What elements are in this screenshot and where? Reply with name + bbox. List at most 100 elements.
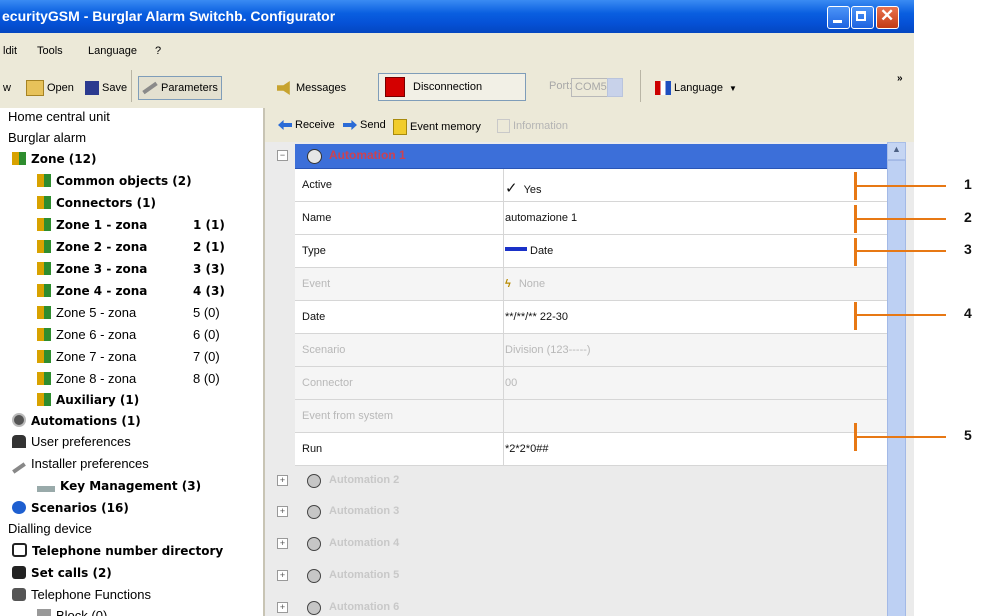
tree-label: Telephone number directory bbox=[32, 544, 224, 558]
menu-language[interactable]: Language bbox=[88, 45, 137, 57]
vertical-scrollbar[interactable]: ▲ bbox=[887, 142, 906, 616]
flag-icon bbox=[655, 81, 671, 95]
property-value: 00 bbox=[505, 377, 518, 389]
menu-help[interactable]: ? bbox=[155, 45, 161, 57]
group-header-automation-3[interactable]: Automation 3 bbox=[295, 497, 887, 528]
expand-icon[interactable]: + bbox=[277, 570, 288, 581]
tree-item-zone-5[interactable]: Zone 5 - zona 5 (0) bbox=[37, 302, 257, 324]
property-value-text: None bbox=[518, 278, 546, 290]
tree-item-home-central-unit[interactable]: Home central unit bbox=[8, 108, 110, 128]
scenario-icon bbox=[12, 501, 26, 514]
port-select[interactable]: COM5 bbox=[571, 78, 623, 97]
group-header-automation-2[interactable]: Automation 2 bbox=[295, 466, 887, 497]
tree-item-automations[interactable]: Automations (1) bbox=[12, 410, 141, 432]
disconnection-label: Disconnection bbox=[413, 81, 483, 93]
send-label: Send bbox=[360, 119, 386, 131]
tree-item-zone[interactable]: Zone (12) bbox=[12, 148, 96, 170]
language-button[interactable]: Language ▼ bbox=[655, 77, 737, 99]
property-key: Scenario bbox=[302, 344, 346, 356]
information-button[interactable]: Information bbox=[497, 119, 568, 133]
property-row-event[interactable]: Event ϟ None bbox=[295, 268, 887, 301]
tree-item-block[interactable]: Block (0) bbox=[37, 605, 107, 616]
tree-label: Zone (12) bbox=[31, 152, 97, 166]
tree-item-dialling-device[interactable]: Dialling device bbox=[8, 518, 92, 540]
lightning-icon: ϟ bbox=[505, 278, 511, 290]
property-row-event-from-system[interactable]: Event from system bbox=[295, 400, 887, 433]
menu-tools[interactable]: Tools bbox=[37, 45, 63, 57]
group-header-automation-5[interactable]: Automation 5 bbox=[295, 561, 887, 592]
callout-number-1: 1 bbox=[964, 176, 972, 192]
menu-bar: ldit Tools Language ? bbox=[0, 33, 914, 65]
receive-button[interactable]: Receive bbox=[278, 119, 335, 131]
tree-item-zone-3[interactable]: Zone 3 - zona 3 (3) bbox=[37, 258, 257, 280]
property-row-scenario[interactable]: Scenario Division (123-----) bbox=[295, 334, 887, 367]
tree-item-telephone-number-directory[interactable]: Telephone number directory bbox=[12, 540, 223, 562]
new-button[interactable]: w bbox=[3, 77, 11, 99]
tree-item-burglar-alarm[interactable]: Burglar alarm bbox=[8, 127, 86, 149]
messages-button[interactable]: Messages bbox=[277, 77, 346, 99]
telephone-icon bbox=[12, 588, 26, 601]
application-window: ecurityGSM - Burglar Alarm Switchb. Conf… bbox=[0, 0, 914, 616]
expand-icon[interactable]: + bbox=[277, 475, 288, 486]
tree-item-zone-2[interactable]: Zone 2 - zona 2 (1) bbox=[37, 236, 257, 258]
properties-panel: Receive Send Event memory Information − … bbox=[265, 108, 914, 616]
group-name: Automation 5 bbox=[329, 569, 400, 581]
property-key: Event from system bbox=[302, 410, 394, 422]
group-header-automation-6[interactable]: Automation 6 bbox=[295, 593, 887, 616]
menu-edit[interactable]: ldit bbox=[3, 45, 17, 57]
zone-icon bbox=[37, 196, 51, 209]
expand-icon[interactable]: + bbox=[277, 506, 288, 517]
tree-item-common-objects[interactable]: Common objects (2) bbox=[37, 170, 192, 192]
property-key: Connector bbox=[302, 377, 353, 389]
save-button[interactable]: Save bbox=[85, 77, 127, 99]
tree-item-telephone-functions[interactable]: Telephone Functions bbox=[12, 584, 151, 606]
disconnection-button[interactable]: Disconnection bbox=[378, 73, 526, 101]
group-name: Automation 1 bbox=[329, 148, 406, 162]
property-row-run[interactable]: Run *2*2*0## bbox=[295, 433, 887, 466]
group-header-automation-4[interactable]: Automation 4 bbox=[295, 529, 887, 560]
send-arrow-icon bbox=[343, 120, 357, 130]
tree-item-installer-preferences[interactable]: Installer preferences bbox=[12, 453, 149, 475]
zone-icon bbox=[37, 393, 51, 406]
folder-icon bbox=[26, 80, 44, 96]
property-row-active[interactable]: Active ✓ Yes bbox=[295, 169, 887, 202]
group-header-automation-1[interactable]: Automation 1 bbox=[295, 144, 887, 169]
tree-item-connectors[interactable]: Connectors (1) bbox=[37, 192, 156, 214]
tree-item-zone-4[interactable]: Zone 4 - zona 4 (3) bbox=[37, 280, 257, 302]
tree-item-zone-8[interactable]: Zone 8 - zona 8 (0) bbox=[37, 368, 257, 390]
tree-item-auxiliary[interactable]: Auxiliary (1) bbox=[37, 389, 139, 411]
group-name: Automation 3 bbox=[329, 505, 400, 517]
tree-item-zone-7[interactable]: Zone 7 - zona 7 (0) bbox=[37, 346, 257, 368]
expand-icon[interactable]: + bbox=[277, 602, 288, 613]
tree-item-set-calls[interactable]: Set calls (2) bbox=[12, 562, 112, 584]
toolbar-overflow-button[interactable]: » bbox=[897, 73, 903, 84]
property-row-type[interactable]: Type Date bbox=[295, 235, 887, 268]
maximize-button[interactable] bbox=[851, 6, 874, 29]
block-icon bbox=[37, 609, 51, 616]
minimize-button[interactable] bbox=[827, 6, 850, 29]
property-row-name[interactable]: Name automazione 1 bbox=[295, 202, 887, 235]
receive-arrow-icon bbox=[278, 120, 292, 130]
parameters-button[interactable]: Parameters bbox=[138, 76, 222, 100]
tree-label: Installer preferences bbox=[31, 456, 149, 471]
property-key: Date bbox=[302, 311, 326, 323]
collapse-icon[interactable]: − bbox=[277, 150, 288, 161]
scroll-up-button[interactable]: ▲ bbox=[887, 142, 906, 160]
property-row-connector[interactable]: Connector 00 bbox=[295, 367, 887, 400]
open-button[interactable]: Open bbox=[26, 77, 74, 99]
tree-item-zone-6[interactable]: Zone 6 - zona 6 (0) bbox=[37, 324, 257, 346]
tree-label: Zone 7 - zona bbox=[56, 349, 137, 364]
event-memory-button[interactable]: Event memory bbox=[393, 119, 481, 135]
property-row-date[interactable]: Date **/**/** 22-30 bbox=[295, 301, 887, 334]
dropdown-arrow-icon[interactable] bbox=[607, 78, 623, 97]
tree-count: 1 (1) bbox=[193, 218, 225, 232]
scrollbar-thumb[interactable] bbox=[887, 160, 906, 616]
tree-item-zone-1[interactable]: Zone 1 - zona 1 (1) bbox=[37, 214, 257, 236]
tree-item-scenarios[interactable]: Scenarios (16) bbox=[12, 497, 129, 519]
expand-icon[interactable]: + bbox=[277, 538, 288, 549]
send-button[interactable]: Send bbox=[343, 119, 386, 131]
tree-item-key-management[interactable]: Key Management (3) bbox=[37, 475, 201, 497]
directory-icon bbox=[12, 543, 27, 557]
close-button[interactable]: ✕ bbox=[876, 6, 899, 29]
tree-item-user-preferences[interactable]: User preferences bbox=[12, 431, 131, 453]
